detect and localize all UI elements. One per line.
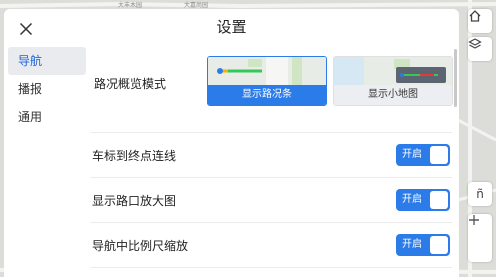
route-line-toggle-text: 开启	[402, 149, 422, 160]
layers-icon	[468, 38, 482, 49]
zoom-out-icon[interactable]	[468, 214, 480, 226]
zoom-control[interactable]	[468, 214, 492, 262]
map-label: 大丰木园	[118, 2, 143, 9]
option-traffic-bar-label: 显示路况条	[208, 85, 326, 105]
overview-mode-row: 路况概览模式 显示路况条 显示小地图	[90, 47, 453, 133]
mini-map-preview-image	[334, 57, 452, 87]
dialog-title: 设置	[216, 18, 247, 36]
option-traffic-bar[interactable]: 显示路况条	[207, 56, 327, 106]
settings-sidebar: 导航 播报 通用	[8, 47, 86, 131]
traffic-bar-preview	[208, 57, 326, 87]
sidebar-item-broadcast[interactable]: 播报	[8, 75, 86, 103]
home-button[interactable]	[468, 9, 492, 33]
content-scrollbar[interactable]	[454, 49, 457, 107]
route-line-label: 车标到终点连线	[92, 148, 177, 163]
layers-button[interactable]	[468, 37, 492, 61]
scale-zoom-row: 导航中比例尺缩放 开启	[90, 223, 452, 268]
compass-label: ñ	[476, 187, 484, 201]
compass-button[interactable]: ñ	[468, 182, 492, 206]
scale-zoom-toggle[interactable]: 开启	[396, 234, 450, 256]
route-line-row: 车标到终点连线 开启	[90, 133, 452, 178]
option-mini-map[interactable]: 显示小地图	[333, 56, 453, 106]
route-line-toggle[interactable]: 开启	[396, 144, 450, 166]
settings-content: 路况概览模式 显示路况条 显示小地图 车标到终点连线 开启 显示路口放大图 开启…	[90, 47, 453, 277]
toggle-knob	[430, 236, 448, 254]
sidebar-item-navigation[interactable]: 导航	[8, 47, 86, 75]
junction-zoom-label: 显示路口放大图	[92, 193, 177, 208]
junction-zoom-row: 显示路口放大图 开启	[90, 178, 452, 223]
junction-zoom-toggle-text: 开启	[402, 194, 422, 205]
scale-zoom-toggle-text: 开启	[402, 239, 422, 250]
junction-zoom-toggle[interactable]: 开启	[396, 189, 450, 211]
sidebar-item-general[interactable]: 通用	[8, 103, 86, 131]
home-icon	[469, 10, 481, 22]
option-mini-map-label: 显示小地图	[334, 85, 452, 105]
settings-dialog: 设置 导航 播报 通用 路况概览模式 显示路况条 显示小地图 车标到终点连线 开…	[4, 9, 459, 277]
scale-zoom-label: 导航中比例尺缩放	[92, 238, 189, 253]
map-label: 大嘉尚园	[184, 2, 209, 9]
overview-mode-label: 路况概览模式	[94, 77, 167, 91]
mini-map-preview	[334, 57, 452, 87]
toggle-knob	[430, 146, 448, 164]
traffic-bar-preview-image	[208, 57, 326, 87]
toggle-knob	[430, 191, 448, 209]
